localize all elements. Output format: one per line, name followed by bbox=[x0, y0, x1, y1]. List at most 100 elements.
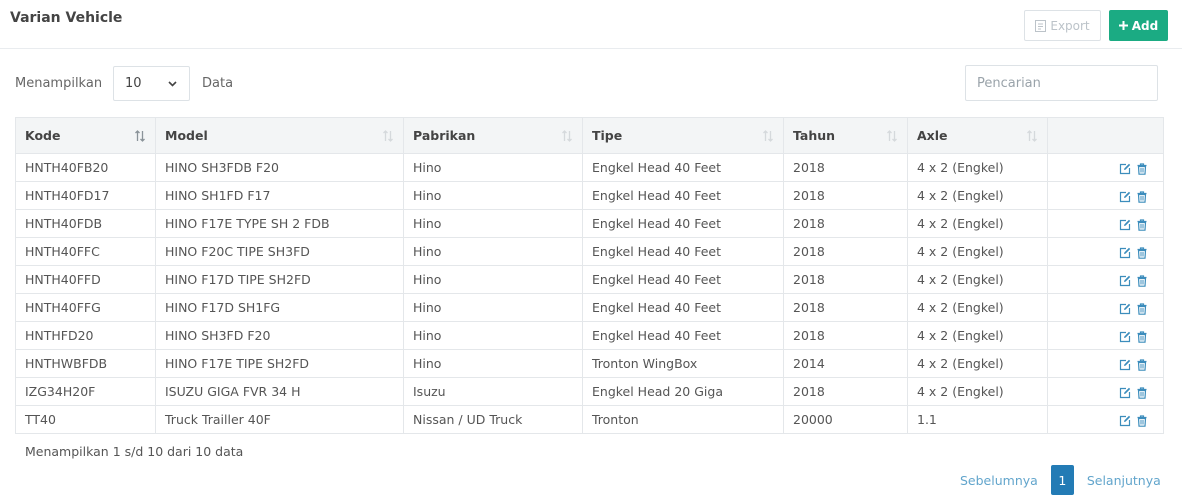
trash-icon[interactable] bbox=[1136, 274, 1148, 287]
cell-kode: HNTH40FFC bbox=[15, 237, 156, 266]
export-button[interactable]: Export bbox=[1024, 10, 1101, 41]
cell-tipe: Engkel Head 40 Feet bbox=[582, 181, 784, 210]
table-header-row: Kode Model Pabrikan Tipe Tahun Axle bbox=[15, 117, 1164, 154]
cell-tipe: Engkel Head 40 Feet bbox=[582, 293, 784, 322]
column-label: Model bbox=[165, 128, 208, 143]
row-actions bbox=[1047, 293, 1164, 322]
page-1-button[interactable]: 1 bbox=[1050, 465, 1074, 495]
column-header-axle[interactable]: Axle bbox=[907, 117, 1048, 154]
cell-model: HINO F17D SH1FG bbox=[155, 293, 404, 322]
cell-pabrikan: Hino bbox=[403, 237, 583, 266]
column-header-kode[interactable]: Kode bbox=[15, 117, 156, 154]
cell-axle: 4 x 2 (Engkel) bbox=[907, 153, 1048, 182]
pagination: Sebelumnya 1 Selanjutnya bbox=[960, 465, 1161, 495]
edit-icon[interactable] bbox=[1119, 387, 1131, 399]
column-header-tahun[interactable]: Tahun bbox=[783, 117, 908, 154]
cell-tahun: 2018 bbox=[783, 377, 908, 406]
cell-tahun: 2018 bbox=[783, 153, 908, 182]
cell-tahun: 2018 bbox=[783, 293, 908, 322]
cell-pabrikan: Nissan / UD Truck bbox=[403, 405, 583, 434]
cell-axle: 4 x 2 (Engkel) bbox=[907, 349, 1048, 378]
edit-icon[interactable] bbox=[1119, 191, 1131, 203]
edit-icon[interactable] bbox=[1119, 247, 1131, 259]
cell-pabrikan: Hino bbox=[403, 153, 583, 182]
trash-icon[interactable] bbox=[1136, 162, 1148, 175]
edit-icon[interactable] bbox=[1119, 163, 1131, 175]
cell-pabrikan: Hino bbox=[403, 349, 583, 378]
page-size-select[interactable]: 10 bbox=[113, 66, 190, 101]
edit-icon[interactable] bbox=[1119, 303, 1131, 315]
edit-icon[interactable] bbox=[1119, 219, 1131, 231]
page-size-value: 10 bbox=[125, 76, 142, 91]
trash-icon[interactable] bbox=[1136, 414, 1148, 427]
row-actions bbox=[1047, 405, 1164, 434]
plus-icon bbox=[1118, 21, 1128, 30]
table-row: HNTH40FDB HINO F17E TYPE SH 2 FDB Hino Engk… bbox=[15, 209, 1164, 238]
next-page-link[interactable]: Selanjutnya bbox=[1087, 473, 1161, 488]
trash-icon[interactable] bbox=[1136, 190, 1148, 203]
table-row: IZG34H20F ISUZU GIGA FVR 34 H Isuzu Engkel … bbox=[15, 377, 1164, 406]
column-label: Kode bbox=[25, 128, 61, 143]
cell-tipe: Tronton bbox=[582, 405, 784, 434]
cell-axle: 4 x 2 (Engkel) bbox=[907, 265, 1048, 294]
trash-icon[interactable] bbox=[1136, 358, 1148, 371]
add-label: Add bbox=[1131, 18, 1159, 33]
vehicle-table: Kode Model Pabrikan Tipe Tahun Axle HNTH40FB2… bbox=[15, 117, 1164, 434]
cell-kode: HNTHFD20 bbox=[15, 321, 156, 350]
column-label: Tipe bbox=[592, 128, 623, 143]
cell-pabrikan: Hino bbox=[403, 293, 583, 322]
column-label: Pabrikan bbox=[413, 128, 476, 143]
edit-icon[interactable] bbox=[1119, 331, 1131, 343]
cell-tahun: 2018 bbox=[783, 321, 908, 350]
table-row: HNTHFD20 HINO SH3FD F20 Hino Engkel Head 40… bbox=[15, 321, 1164, 350]
sort-icon bbox=[1027, 130, 1037, 142]
table-row: HNTHWBFDB HINO F17E TIPE SH2FD Hino Tronton… bbox=[15, 349, 1164, 378]
column-header-actions bbox=[1047, 117, 1164, 154]
cell-tipe: Engkel Head 40 Feet bbox=[582, 321, 784, 350]
cell-tahun: 2014 bbox=[783, 349, 908, 378]
search-input[interactable] bbox=[965, 65, 1158, 101]
cell-model: ISUZU GIGA FVR 34 H bbox=[155, 377, 404, 406]
cell-pabrikan: Hino bbox=[403, 209, 583, 238]
cell-tahun: 2018 bbox=[783, 181, 908, 210]
cell-axle: 4 x 2 (Engkel) bbox=[907, 293, 1048, 322]
row-actions bbox=[1047, 349, 1164, 378]
page-size-suffix: Data bbox=[202, 76, 234, 91]
edit-icon[interactable] bbox=[1119, 275, 1131, 287]
add-button[interactable]: Add bbox=[1109, 10, 1168, 41]
table-row: HNTH40FFD HINO F17D TIPE SH2FD Hino Engkel … bbox=[15, 265, 1164, 294]
cell-model: HINO F17E TYPE SH 2 FDB bbox=[155, 209, 404, 238]
cell-axle: 4 x 2 (Engkel) bbox=[907, 321, 1048, 350]
table-row: HNTH40FFG HINO F17D SH1FG Hino Engkel Head … bbox=[15, 293, 1164, 322]
trash-icon[interactable] bbox=[1136, 386, 1148, 399]
table-body: HNTH40FB20 HINO SH3FDB F20 Hino Engkel Head… bbox=[15, 153, 1164, 434]
cell-pabrikan: Hino bbox=[403, 181, 583, 210]
column-header-pabrikan[interactable]: Pabrikan bbox=[403, 117, 583, 154]
prev-page-link[interactable]: Sebelumnya bbox=[960, 473, 1038, 488]
trash-icon[interactable] bbox=[1136, 246, 1148, 259]
cell-pabrikan: Isuzu bbox=[403, 377, 583, 406]
trash-icon[interactable] bbox=[1136, 330, 1148, 343]
cell-tahun: 2018 bbox=[783, 237, 908, 266]
file-export-icon bbox=[1035, 19, 1047, 32]
cell-kode: TT40 bbox=[15, 405, 156, 434]
trash-icon[interactable] bbox=[1136, 218, 1148, 231]
row-actions bbox=[1047, 209, 1164, 238]
cell-kode: HNTHWBFDB bbox=[15, 349, 156, 378]
page-header: Varian Vehicle Export Add bbox=[0, 0, 1182, 49]
cell-tahun: 2018 bbox=[783, 265, 908, 294]
cell-model: HINO SH3FD F20 bbox=[155, 321, 404, 350]
trash-icon[interactable] bbox=[1136, 302, 1148, 315]
sort-icon bbox=[887, 130, 897, 142]
cell-axle: 4 x 2 (Engkel) bbox=[907, 209, 1048, 238]
edit-icon[interactable] bbox=[1119, 415, 1131, 427]
cell-kode: HNTH40FD17 bbox=[15, 181, 156, 210]
column-header-model[interactable]: Model bbox=[155, 117, 404, 154]
cell-tahun: 20000 bbox=[783, 405, 908, 434]
sort-icon bbox=[562, 130, 572, 142]
cell-kode: HNTH40FDB bbox=[15, 209, 156, 238]
column-header-tipe[interactable]: Tipe bbox=[582, 117, 784, 154]
row-actions bbox=[1047, 153, 1164, 182]
edit-icon[interactable] bbox=[1119, 359, 1131, 371]
page-size-label: Menampilkan bbox=[15, 76, 103, 91]
